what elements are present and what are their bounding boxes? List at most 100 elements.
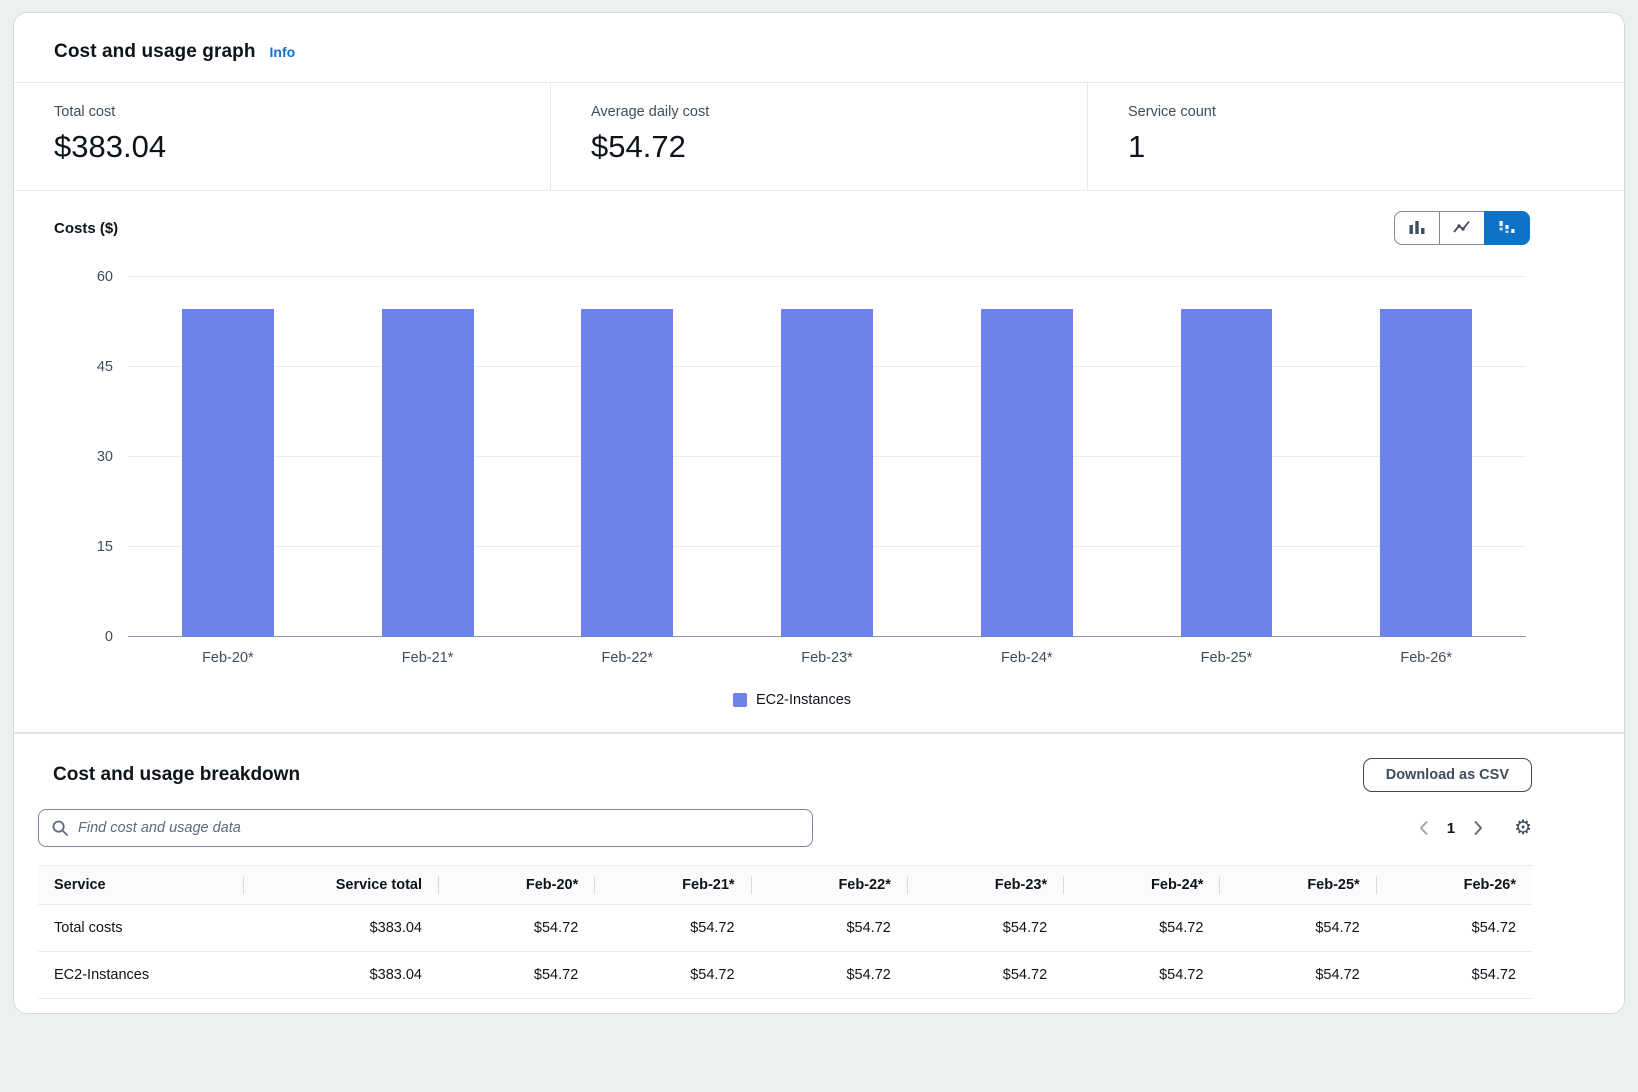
bar-feb-26[interactable] [1380,309,1472,637]
x-axis-label: Feb-22* [527,650,727,666]
column-header[interactable]: Feb-24* [1063,866,1219,904]
bars-row [128,277,1526,637]
bar-slot [927,277,1127,637]
column-header[interactable]: Feb-21* [594,866,750,904]
column-header[interactable]: Feb-22* [751,866,907,904]
value-cell: $54.72 [751,952,907,998]
current-page-number[interactable]: 1 [1447,820,1455,837]
search-box [38,809,813,847]
bar-feb-22[interactable] [581,309,673,637]
bar-feb-25[interactable] [1181,309,1273,637]
value-cell: $54.72 [1063,952,1219,998]
breakdown-title: Cost and usage breakdown [53,764,300,786]
column-header[interactable]: Feb-20* [438,866,594,904]
table-body: Total costs$383.04$54.72$54.72$54.72$54.… [38,905,1532,999]
summary-average-daily-cost: Average daily cost $54.72 [550,83,1087,190]
next-page-button[interactable] [1469,816,1488,840]
x-axis-label: Feb-26* [1326,650,1526,666]
chevron-left-icon [1418,820,1429,836]
value-cell: $54.72 [1219,952,1375,998]
column-header[interactable]: Service [38,866,243,904]
value-cell: $54.72 [751,905,907,951]
bar-slot [128,277,328,637]
y-axis-tick-label: 30 [97,449,113,465]
breakdown-section: Cost and usage breakdown Download as CSV [14,732,1624,1013]
summary-row: Total cost $383.04 Average daily cost $5… [14,83,1624,191]
stacked-bar-chart-icon [1497,219,1517,238]
column-header[interactable]: Feb-25* [1219,866,1375,904]
bar-feb-21[interactable] [382,309,474,637]
x-axis-label: Feb-20* [128,650,328,666]
bar-feb-23[interactable] [781,309,873,637]
x-axis-labels: Feb-20*Feb-21*Feb-22*Feb-23*Feb-24*Feb-2… [128,650,1526,666]
y-axis-tick-label: 0 [105,629,113,645]
chart-section: Costs ($) [14,191,1624,732]
column-header[interactable]: Feb-26* [1376,866,1532,904]
download-csv-button[interactable]: Download as CSV [1363,758,1532,792]
chart-type-line-button[interactable] [1439,211,1485,245]
value-cell: $54.72 [438,952,594,998]
chart-type-stacked-bar-button[interactable] [1484,211,1530,245]
x-axis-label: Feb-23* [727,650,927,666]
line-chart-icon [1452,219,1472,238]
summary-label: Average daily cost [591,104,1047,120]
value-cell: $383.04 [243,905,438,951]
summary-label: Total cost [54,104,510,120]
info-link[interactable]: Info [270,44,296,60]
column-header[interactable]: Feb-23* [907,866,1063,904]
page-title: Cost and usage graph [54,41,256,63]
value-cell: $54.72 [1376,952,1532,998]
column-header[interactable]: Service total [243,866,438,904]
table-row: EC2-Instances$383.04$54.72$54.72$54.72$5… [38,952,1532,999]
service-cell: Total costs [38,905,243,951]
legend-swatch [733,693,747,707]
summary-service-count: Service count 1 [1087,83,1624,190]
bar-feb-20[interactable] [182,309,274,637]
y-axis-title: Costs ($) [54,220,118,237]
chart-legend[interactable]: EC2-Instances [54,692,1530,708]
summary-total-cost: Total cost $383.04 [14,83,550,190]
y-axis-tick-label: 60 [97,269,113,285]
table-settings-button[interactable]: ⚙ [1514,818,1532,838]
table-row: Total costs$383.04$54.72$54.72$54.72$54.… [38,905,1532,952]
y-axis-tick-label: 45 [97,359,113,375]
value-cell: $54.72 [907,905,1063,951]
bar-feb-24[interactable] [981,309,1073,637]
service-cell: EC2-Instances [38,952,243,998]
value-cell: $54.72 [1219,905,1375,951]
summary-value: 1 [1128,129,1584,165]
value-cell: $383.04 [243,952,438,998]
x-axis-label: Feb-25* [1127,650,1327,666]
search-input[interactable] [78,820,800,836]
value-cell: $54.72 [594,952,750,998]
search-icon [51,819,69,837]
pagination: 1 ⚙ [1414,816,1532,840]
bar-chart-icon [1407,218,1427,239]
bar-slot [328,277,528,637]
x-axis-label: Feb-21* [328,650,528,666]
cost-usage-panel: Cost and usage graph Info Total cost $38… [13,12,1625,1014]
x-axis-label: Feb-24* [927,650,1127,666]
chevron-right-icon [1473,820,1484,836]
previous-page-button[interactable] [1414,816,1433,840]
y-axis-tick-label: 15 [97,539,113,555]
value-cell: $54.72 [1376,905,1532,951]
value-cell: $54.72 [438,905,594,951]
panel-header: Cost and usage graph Info [14,13,1624,83]
value-cell: $54.72 [1063,905,1219,951]
value-cell: $54.72 [907,952,1063,998]
bar-slot [527,277,727,637]
summary-value: $54.72 [591,129,1047,165]
summary-label: Service count [1128,104,1584,120]
value-cell: $54.72 [594,905,750,951]
bar-slot [1326,277,1526,637]
chart-type-segmented-control [1394,211,1530,245]
cost-breakdown-table: ServiceService totalFeb-20*Feb-21*Feb-22… [38,865,1532,999]
chart-type-bar-button[interactable] [1394,211,1440,245]
bar-slot [727,277,927,637]
bar-slot [1127,277,1327,637]
table-header-row: ServiceService totalFeb-20*Feb-21*Feb-22… [38,865,1532,905]
gear-icon: ⚙ [1514,817,1532,839]
plot-area: 015304560 [128,277,1526,637]
bar-chart: 015304560 Feb-20*Feb-21*Feb-22*Feb-23*Fe… [54,277,1530,666]
